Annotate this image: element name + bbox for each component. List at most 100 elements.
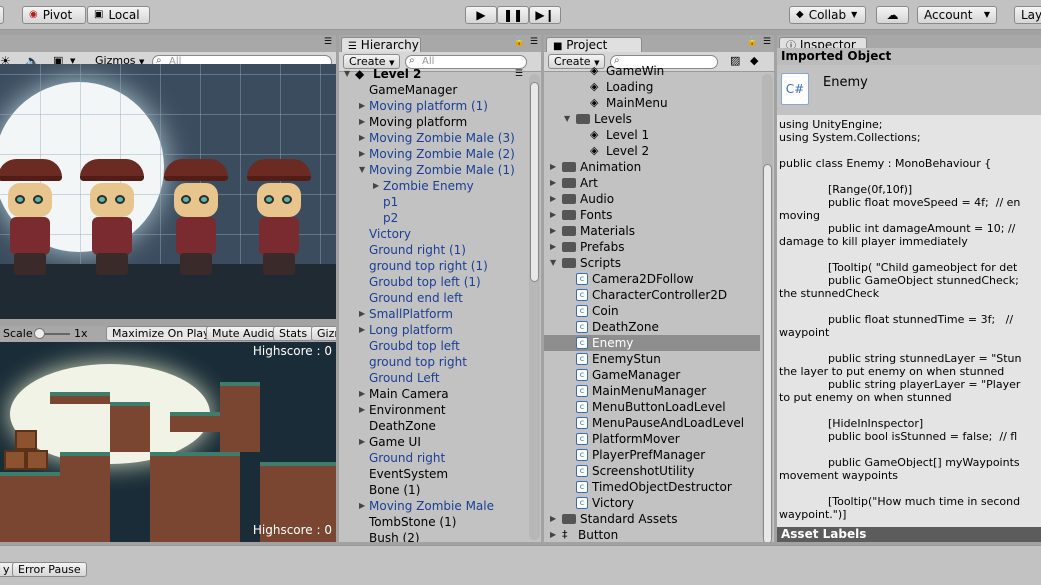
pause-button[interactable]: ❚❚	[497, 6, 529, 24]
chevron-right-icon[interactable]: ▶	[359, 306, 365, 322]
hierarchy-item[interactable]: Ground end left	[339, 290, 527, 306]
zombie-sprite[interactable]	[76, 159, 148, 279]
hierarchy-item[interactable]: ▶ Moving Zombie Male (2)	[339, 146, 527, 162]
hierarchy-item[interactable]: ground top right (1)	[339, 258, 527, 274]
project-item[interactable]: c TimedObjectDestructor	[544, 479, 760, 495]
hierarchy-scrollbar[interactable]	[529, 74, 540, 540]
collab-dropdown[interactable]: ◆ Collab ▼	[789, 6, 866, 24]
hierarchy-item[interactable]: Ground right (1)	[339, 242, 527, 258]
project-item[interactable]: ◈ Level 1	[544, 127, 760, 143]
project-item[interactable]: ◈ MainMenu	[544, 95, 760, 111]
hierarchy-item[interactable]: ▶ Moving platform	[339, 114, 527, 130]
hierarchy-item[interactable]: ▶ Environment	[339, 402, 527, 418]
project-item[interactable]: c Camera2DFollow	[544, 271, 760, 287]
play-button[interactable]: ▶	[465, 6, 497, 24]
chevron-right-icon[interactable]: ▶	[550, 191, 556, 207]
hierarchy-item[interactable]: ▶ Main Camera	[339, 386, 527, 402]
step-button[interactable]: ▶❙	[529, 6, 561, 24]
hierarchy-item[interactable]: ▶ SmallPlatform	[339, 306, 527, 322]
lock-icon[interactable]: 🔒	[514, 37, 525, 47]
hierarchy-item[interactable]: ▶ Moving platform (1)	[339, 98, 527, 114]
project-item[interactable]: ▶ Fonts	[544, 207, 760, 223]
hierarchy-item[interactable]: Ground right	[339, 450, 527, 466]
hierarchy-scroll-thumb[interactable]	[530, 82, 539, 282]
chevron-right-icon[interactable]: ▶	[550, 159, 556, 175]
project-item[interactable]: ▶ Animation	[544, 159, 760, 175]
game-canvas[interactable]: Highscore : 0 Highscore : 0	[0, 342, 336, 542]
project-item[interactable]: ◈ GameWin	[544, 63, 760, 79]
toolbar-edge-button[interactable]	[0, 6, 4, 24]
chevron-right-icon[interactable]: ▶	[359, 386, 365, 402]
maximize-on-play-toggle[interactable]: Maximize On Play	[106, 326, 216, 341]
layers-dropdown[interactable]: Lay	[1014, 6, 1041, 24]
chevron-down-icon[interactable]: ▼	[564, 111, 570, 127]
project-item[interactable]: c Enemy	[544, 335, 760, 351]
project-item[interactable]: c DeathZone	[544, 319, 760, 335]
hierarchy-item[interactable]: ▶ Long platform	[339, 322, 527, 338]
zombie-sprite[interactable]	[243, 159, 315, 279]
chevron-right-icon[interactable]: ▶	[359, 402, 365, 418]
chevron-right-icon[interactable]: ▶	[359, 98, 365, 114]
hierarchy-item[interactable]: p2	[339, 210, 527, 226]
chevron-right-icon[interactable]: ▶	[359, 322, 365, 338]
project-item[interactable]: c CharacterController2D	[544, 287, 760, 303]
chevron-right-icon[interactable]: ▶	[359, 114, 365, 130]
tab-project[interactable]: ■ Project	[546, 37, 642, 52]
project-item[interactable]: c PlayerPrefManager	[544, 447, 760, 463]
chevron-right-icon[interactable]: ▶	[359, 130, 365, 146]
project-item[interactable]: c Coin	[544, 303, 760, 319]
local-toggle[interactable]: ▣ Local	[87, 6, 150, 24]
hierarchy-item[interactable]: Groubd top left (1)	[339, 274, 527, 290]
mute-audio-toggle[interactable]: Mute Audio	[206, 326, 281, 341]
hierarchy-item[interactable]: Victory	[339, 226, 527, 242]
hierarchy-item[interactable]: ▶ Game UI	[339, 434, 527, 450]
panel-menu-icon[interactable]: ☰	[763, 37, 771, 47]
scene-menu-icon[interactable]: ☰	[515, 66, 523, 82]
account-dropdown[interactable]: Account ▼	[917, 6, 997, 24]
scale-slider-handle[interactable]	[34, 328, 45, 339]
hierarchy-item[interactable]: Bush (2)	[339, 530, 527, 542]
project-item[interactable]: ◈ Loading	[544, 79, 760, 95]
lock-icon[interactable]: 🔒	[747, 37, 758, 47]
chevron-right-icon[interactable]: ▶	[359, 498, 365, 514]
tab-hierarchy[interactable]: ☰ Hierarchy	[341, 37, 421, 52]
chevron-right-icon[interactable]: ▶	[550, 527, 556, 542]
chevron-right-icon[interactable]: ▶	[550, 207, 556, 223]
chevron-right-icon[interactable]: ▶	[550, 239, 556, 255]
game-gizmos-toggle[interactable]: Gizm	[311, 326, 336, 341]
project-item[interactable]: c ScreenshotUtility	[544, 463, 760, 479]
project-scroll-thumb[interactable]	[763, 164, 772, 542]
project-item[interactable]: ▼ Scripts	[544, 255, 760, 271]
hierarchy-item[interactable]: EventSystem	[339, 466, 527, 482]
chevron-right-icon[interactable]: ▶	[359, 146, 365, 162]
project-item[interactable]: ▶ Audio	[544, 191, 760, 207]
panel-menu-icon[interactable]: ☰	[324, 37, 332, 47]
project-item[interactable]: ▼ Levels	[544, 111, 760, 127]
project-item[interactable]: ▶ Standard Assets	[544, 511, 760, 527]
hierarchy-item[interactable]: ▶ Moving Zombie Male	[339, 498, 527, 514]
project-item[interactable]: c MenuPauseAndLoadLevel	[544, 415, 760, 431]
stats-toggle[interactable]: Stats	[273, 326, 314, 341]
hierarchy-item[interactable]: ▶ Moving Zombie Male (3)	[339, 130, 527, 146]
hierarchy-item[interactable]: GameManager	[339, 82, 527, 98]
chevron-down-icon[interactable]: ▼	[550, 255, 556, 271]
project-item[interactable]: ◈ Level 2	[544, 143, 760, 159]
hierarchy-item[interactable]: ▶ Zombie Enemy	[339, 178, 527, 194]
cloud-button[interactable]: ☁	[876, 6, 909, 24]
hierarchy-item[interactable]: Ground Left	[339, 370, 527, 386]
hierarchy-item[interactable]: ▼ Moving Zombie Male (1)	[339, 162, 527, 178]
chevron-right-icon[interactable]: ▶	[550, 175, 556, 191]
project-item[interactable]: ▶ Materials	[544, 223, 760, 239]
chevron-right-icon[interactable]: ▶	[550, 511, 556, 527]
chevron-down-icon[interactable]: ▼	[344, 66, 350, 82]
pivot-toggle[interactable]: ◉ Pivot	[22, 6, 86, 24]
panel-menu-icon[interactable]: ☰	[530, 37, 538, 47]
project-item[interactable]: c GameManager	[544, 367, 760, 383]
project-item[interactable]: ▶ Prefabs	[544, 239, 760, 255]
hierarchy-item[interactable]: p1	[339, 194, 527, 210]
error-pause-toggle[interactable]: Error Pause	[12, 562, 87, 577]
project-item[interactable]: c MenuButtonLoadLevel	[544, 399, 760, 415]
hierarchy-item[interactable]: DeathZone	[339, 418, 527, 434]
project-item[interactable]: c PlatformMover	[544, 431, 760, 447]
zombie-sprite[interactable]	[0, 159, 66, 279]
